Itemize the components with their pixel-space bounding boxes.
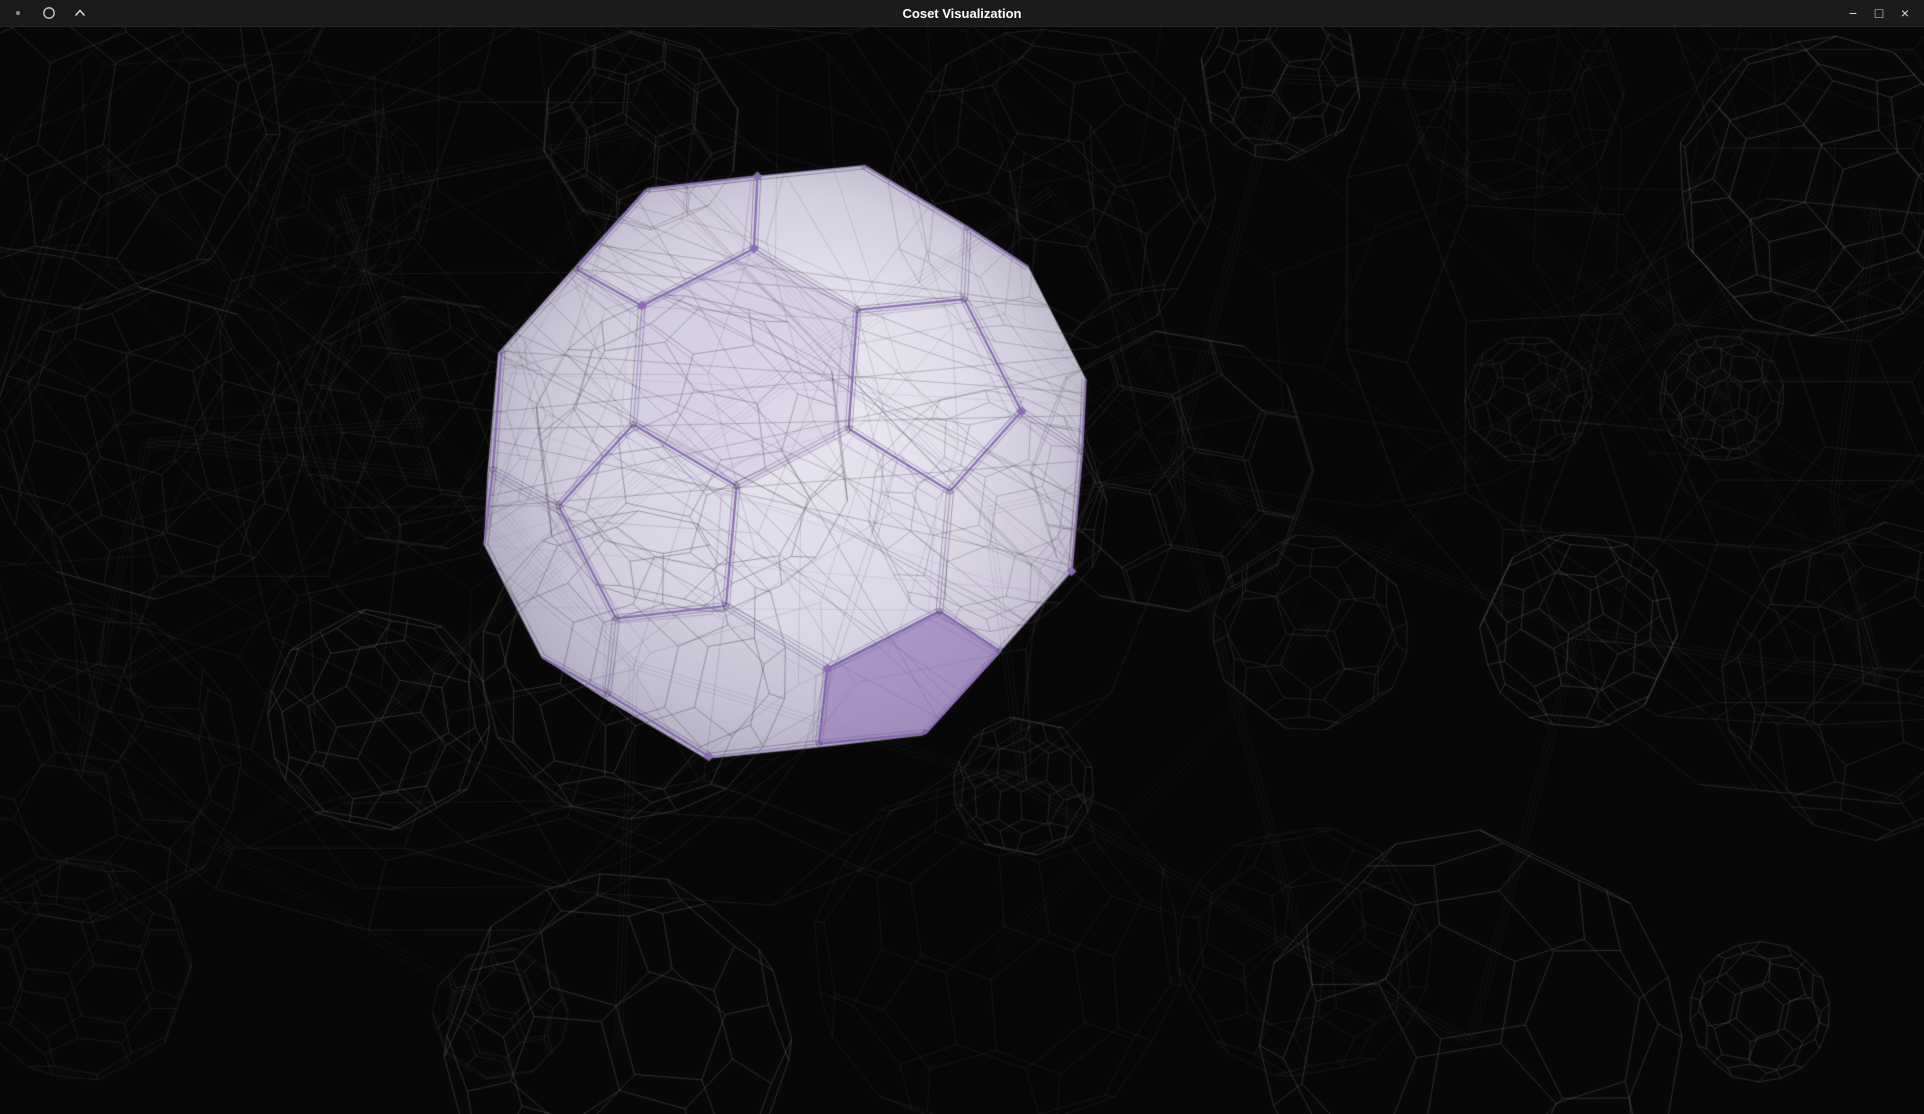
window-title: Coset Visualization <box>0 6 1924 21</box>
app-dot-icon[interactable] <box>10 5 26 21</box>
viewport-3d[interactable] <box>0 27 1924 1114</box>
circle-icon[interactable] <box>41 5 57 21</box>
window-controls: − □ × <box>1844 4 1924 22</box>
titlebar-left-icons <box>0 5 88 21</box>
minimize-button[interactable]: − <box>1844 4 1862 22</box>
close-button[interactable]: × <box>1896 4 1914 22</box>
app-window: Coset Visualization − □ × <box>0 0 1924 1114</box>
chevron-up-icon[interactable] <box>72 5 88 21</box>
maximize-button[interactable]: □ <box>1870 4 1888 22</box>
titlebar: Coset Visualization − □ × <box>0 0 1924 27</box>
